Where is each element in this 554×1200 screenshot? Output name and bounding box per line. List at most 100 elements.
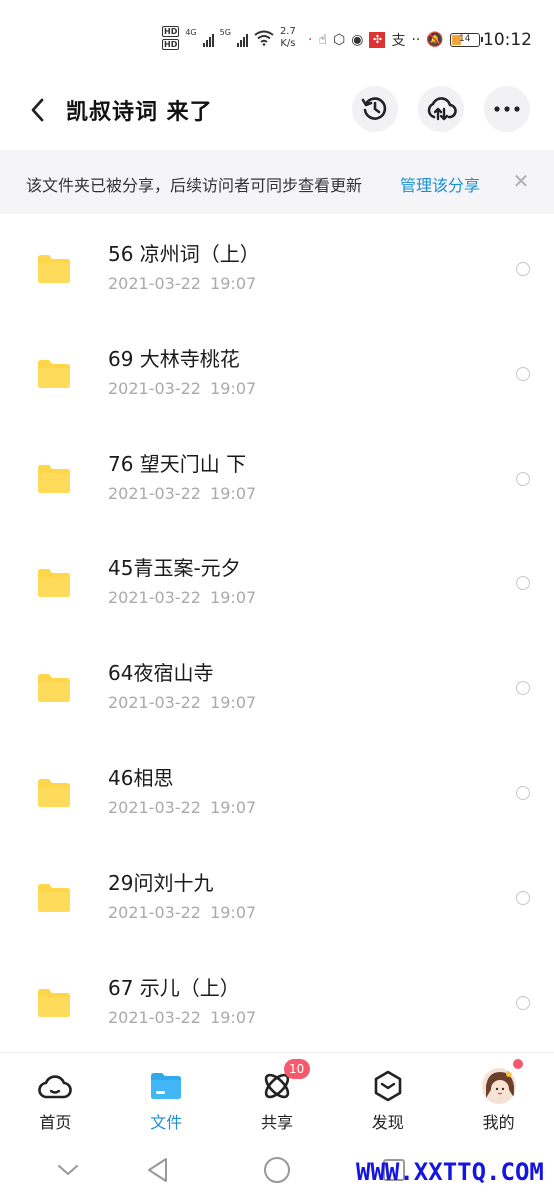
file-date: 2021-03-22 19:07 [108, 378, 257, 398]
nav-files[interactable]: 文件 [111, 1053, 222, 1139]
file-row[interactable]: 76 望天门山 下 2021-03-22 19:07 [0, 424, 554, 529]
nav-home-label: 首页 [39, 1113, 72, 1132]
nav-me[interactable]: 我的 [443, 1053, 554, 1139]
folder-icon [38, 569, 70, 598]
system-back-button[interactable] [138, 1152, 178, 1188]
alipay-icon: 支 [391, 33, 406, 49]
battery-level: 14 [459, 34, 471, 44]
file-name: 29问刘十九 [108, 870, 214, 895]
file-row[interactable]: 45青玉案-元夕 2021-03-22 19:07 [0, 528, 554, 633]
status-left: HD HD 4G 5G 2.7 K/s [162, 26, 296, 50]
file-row[interactable]: 46相思 2021-03-22 19:07 [0, 738, 554, 843]
system-home-button[interactable] [257, 1152, 297, 1188]
cloud-sync-icon [427, 97, 457, 121]
signal-icon-2 [236, 29, 248, 47]
watermark: WWW.XXTTQ.COM [356, 1158, 544, 1186]
network-type-2: 5G [219, 28, 231, 37]
nav-discover-label: 发现 [371, 1113, 404, 1132]
notification-dot [513, 1059, 524, 1069]
manage-share-link[interactable]: 管理该分享 [400, 172, 480, 196]
home-cloud-icon [38, 1069, 73, 1103]
file-row[interactable]: 67 示儿（上） 2021-03-22 19:07 [0, 948, 554, 1053]
network-type-1: 4G [185, 28, 197, 37]
more-button[interactable] [484, 86, 530, 132]
file-date: 2021-03-22 19:07 [108, 274, 257, 293]
file-name: 56 凉州词（上） [108, 242, 260, 266]
nav-share-label: 共享 [260, 1113, 293, 1132]
back-button[interactable] [20, 92, 54, 128]
wifi-icon [254, 30, 274, 46]
folder-icon [38, 674, 70, 703]
file-name: 45青玉案-元夕 [108, 556, 241, 581]
nav-share[interactable]: 10 共享 [222, 1053, 333, 1139]
file-date: 2021-03-22 19:07 [108, 1007, 257, 1027]
nav-discover[interactable]: 发现 [332, 1053, 443, 1139]
select-radio[interactable] [516, 995, 530, 1010]
more-icon [494, 106, 520, 112]
status-bar: HD HD 4G 5G 2.7 K/s · ☝ ⬡ ◉ ✣ 支 ·· 🔕 14 1… [0, 0, 554, 80]
page-title: 凯叔诗词 来了 [66, 100, 213, 125]
status-app-icons: · ☝ ⬡ ◉ ✣ 支 ·· 🔕 14 [308, 30, 483, 50]
speed-unit: K/s [280, 38, 296, 49]
nav-home[interactable]: 首页 [0, 1053, 111, 1139]
history-button[interactable] [352, 86, 398, 132]
folder-icon [38, 778, 70, 807]
folder-icon [38, 883, 70, 912]
notification-muted-icon: 🔕 [426, 32, 444, 48]
file-name: 67 示儿（上） [108, 975, 240, 1000]
file-date: 2021-03-22 19:07 [108, 902, 257, 922]
file-date: 2021-03-22 19:07 [108, 588, 257, 608]
share-banner-text: 该文件夹已被分享，后续访问者可同步查看更新 [26, 176, 363, 195]
file-row[interactable]: 56 凉州词（上） 2021-03-22 19:07 [0, 214, 554, 319]
folder-icon [38, 255, 70, 283]
select-radio[interactable] [516, 681, 530, 696]
back-arrow-icon [31, 98, 44, 122]
file-date: 2021-03-22 19:07 [108, 797, 257, 817]
collapse-button[interactable] [48, 1152, 88, 1188]
circle-home-icon [264, 1157, 290, 1183]
bottom-nav: 首页 文件 10 共享 发现 我的 [0, 1052, 554, 1138]
discover-cube-icon [371, 1069, 405, 1103]
file-list: 56 凉州词（上） 2021-03-22 19:07 69 大林寺桃花 2021… [0, 214, 554, 1052]
system-nav-bar: WWW.XXTTQ.COM [0, 1140, 554, 1200]
file-row[interactable]: 64夜宿山寺 2021-03-22 19:07 [0, 633, 554, 738]
battery-icon: 14 [449, 33, 483, 47]
select-radio[interactable] [516, 471, 530, 486]
select-radio[interactable] [516, 785, 530, 800]
app-icon: ✣ [369, 32, 386, 48]
select-radio[interactable] [516, 262, 530, 276]
file-name: 76 望天门山 下 [108, 451, 247, 476]
network-speed: 2.7 K/s [280, 26, 296, 50]
share-badge: 10 [283, 1059, 310, 1079]
file-date: 2021-03-22 19:07 [108, 693, 257, 713]
dots-icon: ·· [411, 32, 421, 48]
triangle-back-icon [148, 1158, 167, 1182]
folder-icon [38, 359, 70, 388]
cloud-sync-button[interactable] [418, 86, 464, 132]
close-icon[interactable]: ✕ [508, 166, 534, 196]
file-name: 64夜宿山寺 [108, 661, 214, 686]
nav-me-label: 我的 [482, 1113, 515, 1132]
signal-icon [202, 29, 214, 47]
select-radio[interactable] [516, 890, 530, 905]
folder-icon [38, 988, 70, 1017]
app-icon: ⬡ [332, 32, 346, 48]
avatar [481, 1068, 516, 1104]
file-date: 2021-03-22 19:07 [108, 483, 257, 503]
select-radio[interactable] [516, 576, 530, 591]
speed-value: 2.7 [279, 26, 296, 37]
app-icon: ◉ [351, 32, 364, 48]
nav-files-label: 文件 [150, 1113, 183, 1132]
file-row[interactable]: 29问刘十九 2021-03-22 19:07 [0, 843, 554, 948]
files-folder-icon [149, 1069, 183, 1103]
chevron-down-icon [58, 1165, 78, 1175]
app-icon: ☝ [318, 32, 327, 48]
file-name: 46相思 [108, 765, 174, 790]
file-name: 69 大林寺桃花 [108, 346, 240, 371]
header: 凯叔诗词 来了 [0, 80, 554, 140]
folder-icon [38, 464, 70, 493]
history-icon [361, 97, 387, 120]
file-row[interactable]: 69 大林寺桃花 2021-03-22 19:07 [0, 319, 554, 424]
share-banner: 该文件夹已被分享，后续访问者可同步查看更新 管理该分享 ✕ [0, 150, 554, 214]
select-radio[interactable] [516, 366, 530, 381]
